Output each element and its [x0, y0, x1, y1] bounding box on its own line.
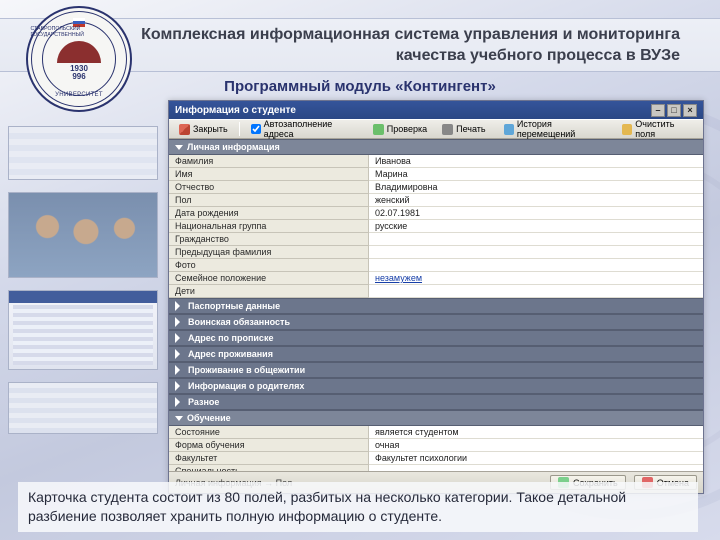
- emblem-top-text: СТАВРОПОЛЬСКИЙ ГОСУДАРСТВЕННЫЙ: [31, 26, 128, 37]
- field-value[interactable]: [369, 246, 703, 259]
- field-value[interactable]: Иванова: [369, 155, 703, 168]
- field-label: Отчество: [169, 181, 369, 194]
- field-value[interactable]: [369, 285, 703, 298]
- section-passport[interactable]: Паспортные данные: [169, 298, 703, 314]
- window-body: Личная информация ФамилияИвановаИмяМарин…: [169, 139, 703, 471]
- autofill-checkbox[interactable]: [251, 124, 261, 134]
- history-icon: [504, 124, 514, 135]
- minimize-button[interactable]: –: [651, 104, 665, 117]
- chevron-right-icon: [175, 349, 184, 359]
- toolbar-close[interactable]: Закрыть: [173, 122, 234, 137]
- slide-caption: Карточка студента состоит из 80 полей, р…: [18, 482, 698, 532]
- chevron-right-icon: [175, 333, 184, 343]
- toolbar-print[interactable]: Печать: [436, 122, 491, 137]
- toolbar-clear[interactable]: Очистить поля: [616, 117, 699, 141]
- print-icon: [442, 124, 453, 135]
- chevron-right-icon: [175, 381, 184, 391]
- chevron-right-icon: [175, 301, 184, 311]
- clear-icon: [622, 124, 632, 135]
- section-parents[interactable]: Информация о родителях: [169, 378, 703, 394]
- chevron-down-icon: [175, 416, 183, 421]
- thumbnail-4[interactable]: [8, 382, 158, 434]
- section-dorm[interactable]: Проживание в общежитии: [169, 362, 703, 378]
- field-label: Семейное положение: [169, 272, 369, 285]
- emblem-bottom-text: УНИВЕРСИТЕТ: [55, 92, 103, 98]
- section-misc[interactable]: Разное: [169, 394, 703, 410]
- field-value[interactable]: женский: [369, 194, 703, 207]
- toolbar-history[interactable]: История перемещений: [498, 117, 613, 141]
- university-emblem: СТАВРОПОЛЬСКИЙ ГОСУДАРСТВЕННЫЙ 1930996 У…: [26, 6, 132, 112]
- close-window-button[interactable]: ×: [683, 104, 697, 117]
- field-label: Гражданство: [169, 233, 369, 246]
- thumbnail-2[interactable]: [8, 192, 158, 278]
- field-label: Дата рождения: [169, 207, 369, 220]
- title-line1: Комплексная информационная система управ…: [141, 26, 680, 43]
- field-label: Национальная группа: [169, 220, 369, 233]
- page-title: Комплексная информационная система управ…: [140, 19, 720, 67]
- field-label: Форма обучения: [169, 439, 369, 452]
- field-value[interactable]: незамужем: [369, 272, 703, 285]
- section-military[interactable]: Воинская обязанность: [169, 314, 703, 330]
- field-value[interactable]: очная: [369, 439, 703, 452]
- field-value[interactable]: Факультет психологии: [369, 452, 703, 465]
- close-icon: [179, 124, 190, 135]
- section-personal[interactable]: Личная информация: [169, 139, 703, 155]
- field-label: Предыдущая фамилия: [169, 246, 369, 259]
- field-value[interactable]: Марина: [369, 168, 703, 181]
- chevron-right-icon: [175, 317, 184, 327]
- field-value[interactable]: является студентом: [369, 426, 703, 439]
- section-addr-reg[interactable]: Адрес по прописке: [169, 330, 703, 346]
- field-label: Дети: [169, 285, 369, 298]
- thumbnail-1[interactable]: [8, 126, 158, 180]
- field-label: Фото: [169, 259, 369, 272]
- field-label: Пол: [169, 194, 369, 207]
- window-title: Информация о студенте: [175, 105, 296, 116]
- field-value[interactable]: 02.07.1981: [369, 207, 703, 220]
- toolbar: Закрыть Автозаполнение адреса Проверка П…: [169, 119, 703, 139]
- chevron-right-icon: [175, 365, 184, 375]
- field-label: Фамилия: [169, 155, 369, 168]
- field-value[interactable]: Владимировна: [369, 181, 703, 194]
- toolbar-autofill[interactable]: Автозаполнение адреса: [245, 117, 364, 141]
- chevron-down-icon: [175, 145, 183, 150]
- section-study[interactable]: Обучение: [169, 410, 703, 426]
- field-label: Факультет: [169, 452, 369, 465]
- thumbnail-3[interactable]: [8, 290, 158, 370]
- maximize-button[interactable]: □: [667, 104, 681, 117]
- chevron-right-icon: [175, 397, 184, 407]
- field-value[interactable]: [369, 233, 703, 246]
- field-value[interactable]: русские: [369, 220, 703, 233]
- section-addr-live[interactable]: Адрес проживания: [169, 346, 703, 362]
- toolbar-check[interactable]: Проверка: [367, 122, 433, 137]
- field-label: Состояние: [169, 426, 369, 439]
- field-label: Имя: [169, 168, 369, 181]
- thumbnail-column: [8, 126, 158, 434]
- student-card-window: Информация о студенте – □ × Закрыть Авто…: [168, 100, 704, 494]
- field-value[interactable]: [369, 259, 703, 272]
- check-icon: [373, 124, 384, 135]
- title-line2: качества учебного процесса в ВУЗе: [396, 47, 680, 64]
